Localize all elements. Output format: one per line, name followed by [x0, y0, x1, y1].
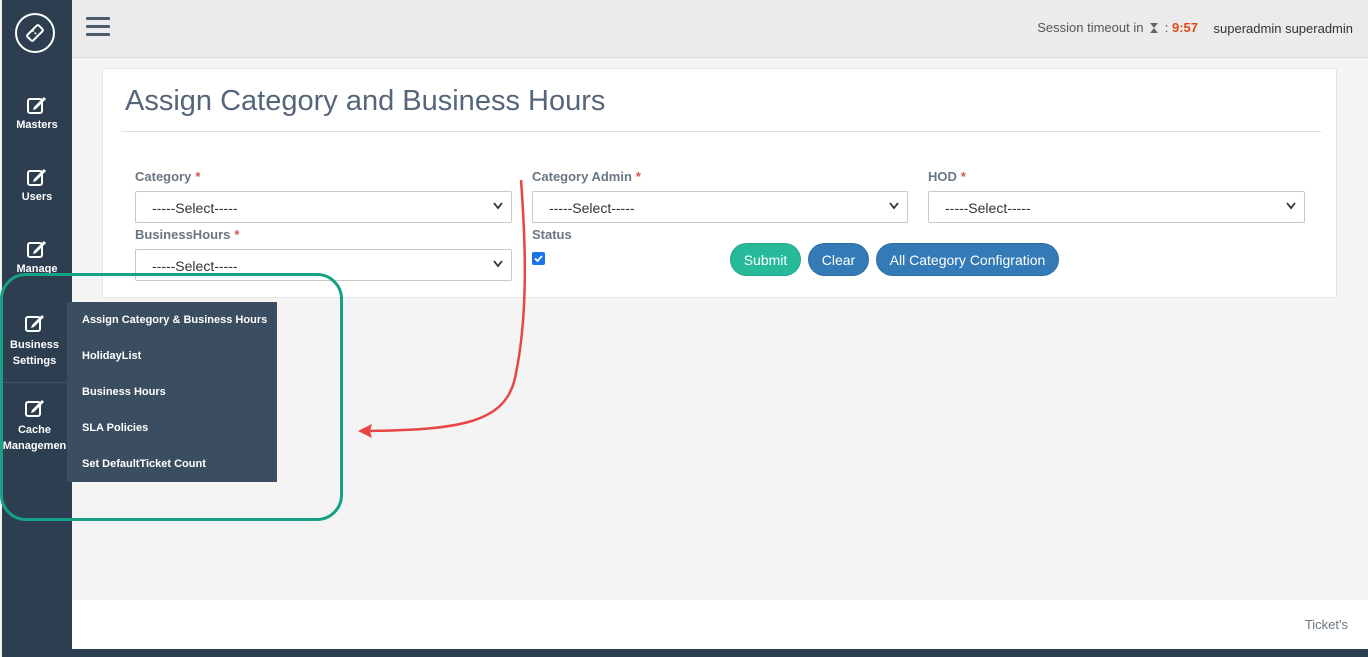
edit-icon — [27, 169, 46, 186]
chevron-down-icon — [1286, 202, 1296, 210]
footer-text: Ticket's — [1304, 617, 1348, 632]
session-label: Session timeout in — [1037, 20, 1144, 35]
status-checkbox[interactable] — [532, 252, 545, 265]
user-name[interactable]: superadmin superadmin — [1214, 21, 1353, 36]
session-separator: : — [1164, 20, 1169, 35]
category-label: Category * — [135, 169, 201, 184]
bottom-bar — [72, 649, 1368, 657]
hod-select[interactable]: -----Select----- — [928, 191, 1305, 223]
edit-icon — [27, 241, 46, 258]
session-time: 9:57 — [1171, 20, 1198, 35]
all-category-configuration-button[interactable]: All Category Configration — [876, 243, 1059, 276]
edit-icon — [27, 97, 46, 114]
business-hours-label: BusinessHours * — [135, 227, 240, 242]
sidebar-item-label: Masters — [16, 119, 58, 131]
submit-button[interactable]: Submit — [730, 243, 801, 276]
annotation-highlight-box — [0, 273, 343, 521]
status-label: Status — [532, 227, 572, 242]
annotation-arrow — [358, 179, 527, 438]
sidebar-item-users[interactable]: Users — [2, 167, 72, 203]
sidebar-item-label: Users — [21, 191, 53, 203]
form-panel: Assign Category and Business Hours Categ… — [102, 68, 1337, 298]
checkmark-icon — [534, 255, 543, 263]
divider — [121, 131, 1321, 132]
category-admin-select[interactable]: -----Select----- — [532, 191, 908, 223]
hourglass-icon — [1150, 23, 1159, 33]
session-timeout: Session timeout in : 9:57 — [1037, 20, 1198, 35]
hamburger-menu-icon[interactable] — [86, 17, 110, 37]
page-title: Assign Category and Business Hours — [125, 85, 606, 117]
clear-button[interactable]: Clear — [808, 243, 869, 276]
category-admin-label: Category Admin * — [532, 169, 641, 184]
sidebar-item-masters[interactable]: Masters — [2, 95, 72, 131]
logo-icon[interactable] — [15, 13, 55, 53]
top-bar: Session timeout in : 9:57 superadmin sup… — [72, 0, 1368, 58]
hod-label: HOD * — [928, 169, 966, 184]
chevron-down-icon — [889, 202, 899, 210]
footer: Ticket's — [72, 600, 1368, 649]
sidebar-item-manage[interactable]: Manage — [2, 239, 72, 275]
